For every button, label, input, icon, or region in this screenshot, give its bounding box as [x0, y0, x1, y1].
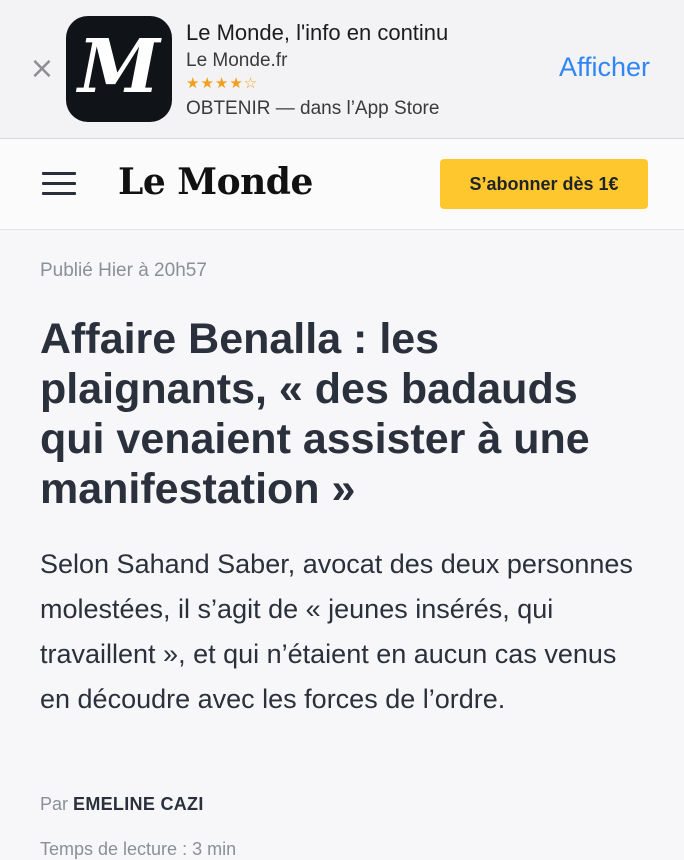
- publish-date: Publié Hier à 20h57: [40, 260, 207, 281]
- reading-time: Temps de lecture : 3 min: [40, 839, 237, 859]
- article-lede: Selon Sahand Saber, avocat des deux pers…: [40, 549, 633, 714]
- byline: Par EMELINE CAZI: [40, 794, 204, 815]
- byline-prefix: Par: [40, 794, 69, 814]
- subscribe-button[interactable]: S’abonner dès 1€: [440, 159, 648, 209]
- rating-stars-icon: ★★★★☆: [186, 74, 259, 92]
- le-monde-logo-icon: M: [78, 24, 160, 110]
- close-icon[interactable]: ×: [28, 52, 56, 86]
- article-headline: Affaire Benalla : les plaignants, « des …: [40, 315, 590, 513]
- hamburger-menu-icon[interactable]: [42, 172, 78, 196]
- banner-app-title: Le Monde, l'info en continu: [186, 20, 449, 45]
- view-app-button[interactable]: Afficher: [559, 52, 650, 83]
- author-link[interactable]: EMELINE CAZI: [73, 794, 204, 814]
- site-header: Le Monde S’abonner dès 1€: [0, 139, 684, 230]
- banner-app-publisher: Le Monde.fr: [186, 50, 288, 71]
- app-icon[interactable]: M: [66, 16, 172, 122]
- banner-store-text: OBTENIR — dans l’App Store: [186, 98, 440, 119]
- site-logo[interactable]: Le Monde: [118, 161, 313, 203]
- app-store-banner: × M Le Monde, l'info en continu Le Monde…: [0, 0, 684, 139]
